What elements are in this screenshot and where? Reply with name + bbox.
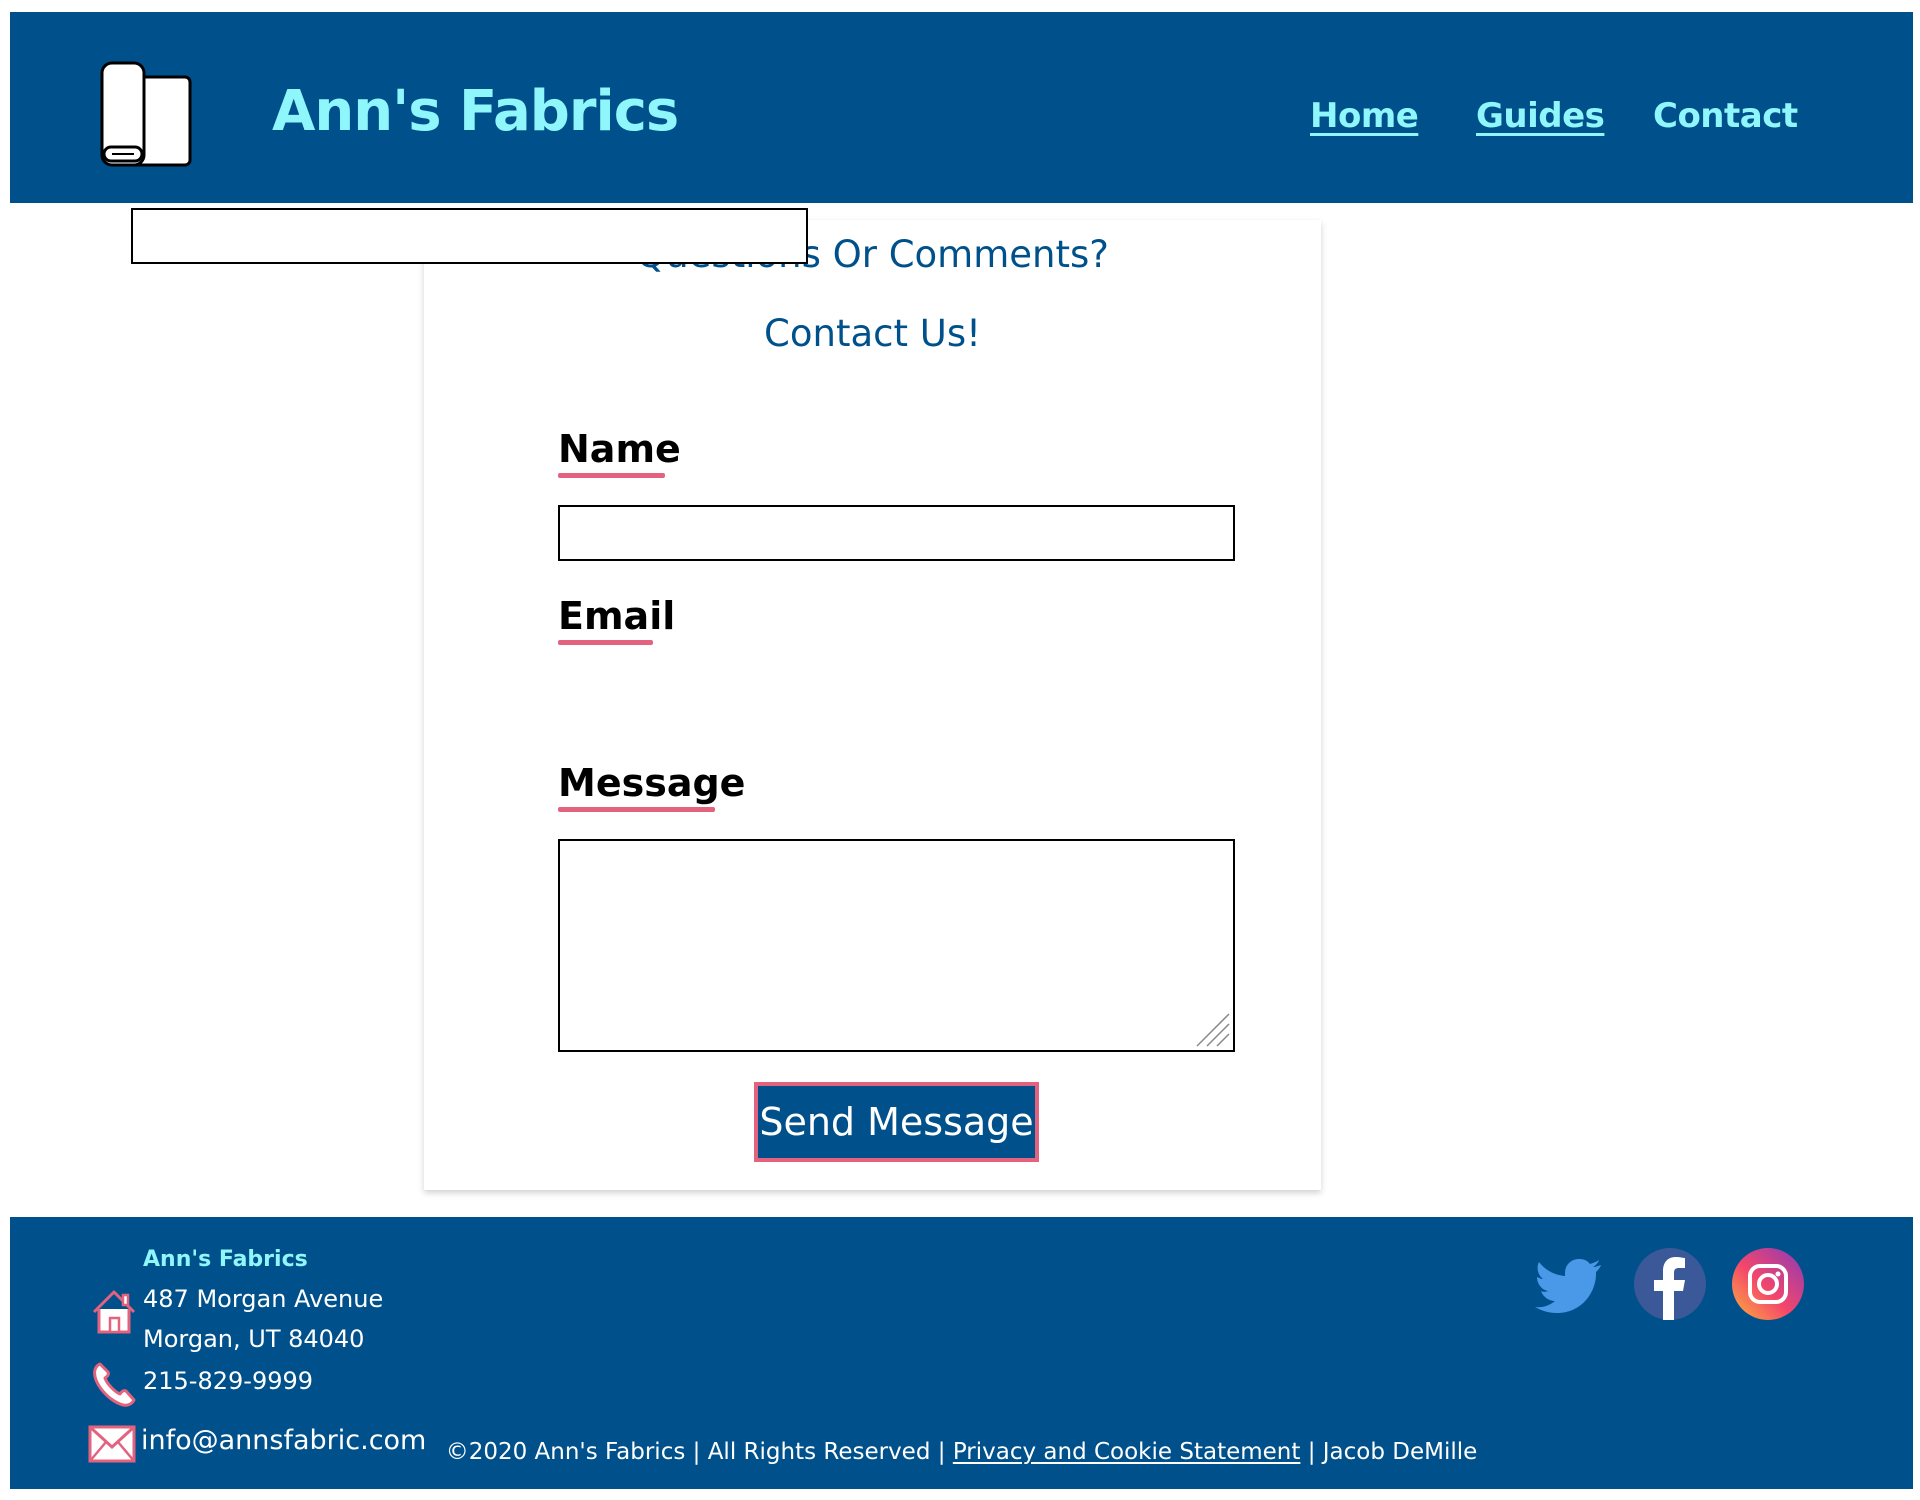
- home-icon: [92, 1290, 136, 1334]
- message-label: Message: [558, 761, 746, 805]
- form-heading-contact: Contact Us!: [764, 312, 981, 355]
- instagram-icon[interactable]: [1731, 1247, 1805, 1321]
- footer-company-name: Ann's Fabrics: [143, 1247, 308, 1272]
- privacy-policy-link[interactable]: Privacy and Cookie Statement: [953, 1439, 1301, 1465]
- nav-guides-link[interactable]: Guides: [1476, 94, 1605, 138]
- main-nav: Home Guides Contact: [10, 94, 1913, 154]
- resize-handle-icon[interactable]: [1193, 1010, 1231, 1048]
- email-label: Email: [558, 594, 676, 638]
- copyright-line: ©2020 Ann's Fabrics | All Rights Reserve…: [10, 1439, 1913, 1465]
- nav-contact-link[interactable]: Contact: [1653, 94, 1798, 138]
- name-input[interactable]: [558, 505, 1235, 561]
- page: Ann's Fabrics Home Guides Contact Questi…: [0, 0, 1920, 1500]
- name-label-underline: [558, 473, 665, 478]
- phone-icon: [93, 1362, 136, 1407]
- send-message-button[interactable]: Send Message: [754, 1082, 1039, 1162]
- email-label-underline: [558, 640, 653, 645]
- message-label-underline: [558, 807, 715, 812]
- nav-home-link[interactable]: Home: [1310, 94, 1419, 138]
- footer-street: 487 Morgan Avenue: [143, 1285, 384, 1313]
- message-textarea[interactable]: [558, 839, 1235, 1052]
- twitter-icon[interactable]: [1535, 1247, 1609, 1321]
- footer-phone: 215-829-9999: [143, 1367, 314, 1395]
- email-input[interactable]: [131, 208, 808, 264]
- copyright-text: ©2020 Ann's Fabrics | All Rights Reserve…: [445, 1439, 953, 1465]
- name-label: Name: [558, 427, 681, 471]
- site-footer: Ann's Fabrics 487 Morgan Avenue Morgan, …: [10, 1217, 1913, 1489]
- footer-city: Morgan, UT 84040: [143, 1325, 365, 1353]
- facebook-icon[interactable]: [1633, 1247, 1707, 1321]
- copyright-author: | Jacob DeMille: [1300, 1439, 1478, 1465]
- site-header: Ann's Fabrics Home Guides Contact: [10, 12, 1913, 203]
